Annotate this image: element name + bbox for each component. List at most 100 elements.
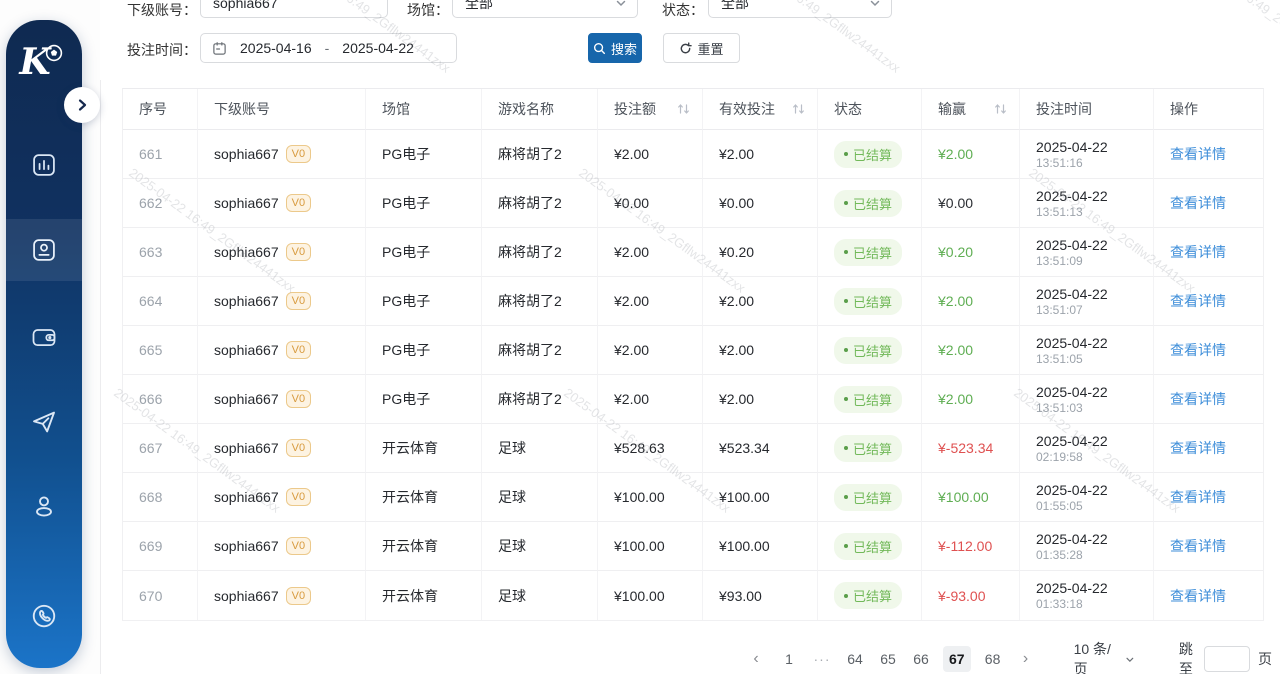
search-button[interactable]: 搜索 <box>588 33 642 63</box>
sidebar-item-promotion[interactable] <box>6 391 82 453</box>
prev-page-button[interactable]: ‹ <box>745 646 767 672</box>
column-header-bet[interactable]: 投注额 <box>598 89 703 130</box>
cell-account: sophia667V0 <box>198 179 366 228</box>
cell-winloss: ¥0.00 <box>922 179 1020 228</box>
bet-date: 2025-04-22 <box>1036 334 1108 352</box>
cell-action: 查看详情 <box>1154 571 1263 620</box>
sidebar-expand-button[interactable] <box>64 87 100 123</box>
bet-date: 2025-04-22 <box>1036 138 1108 156</box>
venue-select[interactable]: 全部 <box>452 0 638 18</box>
cell-game: 麻将胡了2 <box>482 277 598 326</box>
cell-winloss: ¥2.00 <box>922 375 1020 424</box>
cell-venue: 开云体育 <box>366 571 482 620</box>
view-details-link[interactable]: 查看详情 <box>1170 242 1226 262</box>
cell-valid-bet: ¥2.00 <box>703 130 818 179</box>
bet-date: 2025-04-22 <box>1036 530 1108 548</box>
column-header-valid[interactable]: 有效投注 <box>703 89 818 130</box>
status-badge: 已结算 <box>834 190 902 217</box>
cell-game: 麻将胡了2 <box>482 326 598 375</box>
vip-level-badge: V0 <box>286 439 311 457</box>
account-input[interactable]: sophia667 <box>200 0 388 18</box>
page-button-current[interactable]: 67 <box>943 646 971 672</box>
bets-table: 序号下级账号场馆游戏名称投注额有效投注状态输赢投注时间操作 661sophia6… <box>122 88 1264 621</box>
column-header-winloss[interactable]: 输赢 <box>922 89 1020 130</box>
cell-status: 已结算 <box>818 571 922 620</box>
jump-page-input[interactable] <box>1204 646 1250 672</box>
view-details-link[interactable]: 查看详情 <box>1170 144 1226 164</box>
cell-action: 查看详情 <box>1154 130 1263 179</box>
cell-status: 已结算 <box>818 277 922 326</box>
status-dot-icon <box>844 594 848 598</box>
cell-index: 667 <box>123 424 198 473</box>
view-details-link[interactable]: 查看详情 <box>1170 487 1226 507</box>
date-range-picker[interactable]: 2025-04-16 - 2025-04-22 <box>200 33 457 63</box>
page-button[interactable]: 66 <box>910 646 932 672</box>
status-dot-icon <box>844 299 848 303</box>
cell-action: 查看详情 <box>1154 473 1263 522</box>
status-badge: 已结算 <box>834 533 902 560</box>
status-badge: 已结算 <box>834 386 902 413</box>
cell-valid-bet: ¥2.00 <box>703 326 818 375</box>
bet-date: 2025-04-22 <box>1036 481 1108 499</box>
cell-game: 麻将胡了2 <box>482 228 598 277</box>
cell-index: 668 <box>123 473 198 522</box>
status-dot-icon <box>844 397 848 401</box>
cell-winloss: ¥2.00 <box>922 326 1020 375</box>
column-header-action: 操作 <box>1154 89 1263 130</box>
cell-bet-time: 2025-04-2201:35:28 <box>1020 522 1154 571</box>
cell-winloss: ¥-112.00 <box>922 522 1020 571</box>
status-dot-icon <box>844 250 848 254</box>
column-header-account: 下级账号 <box>198 89 366 130</box>
page-button[interactable]: 1 <box>778 646 800 672</box>
member-card-icon <box>30 236 58 264</box>
status-badge: 已结算 <box>834 484 902 511</box>
next-page-button[interactable]: › <box>1015 646 1037 672</box>
reset-button[interactable]: 重置 <box>663 33 740 63</box>
search-button-label: 搜索 <box>611 39 637 58</box>
page-button[interactable]: 65 <box>877 646 899 672</box>
view-details-link[interactable]: 查看详情 <box>1170 193 1226 213</box>
view-details-link[interactable]: 查看详情 <box>1170 291 1226 311</box>
reset-icon <box>679 42 692 55</box>
cell-bet-amount: ¥100.00 <box>598 473 703 522</box>
cell-bet-amount: ¥100.00 <box>598 522 703 571</box>
sidebar-item-support[interactable] <box>6 585 82 647</box>
user-icon <box>29 492 59 522</box>
view-details-link[interactable]: 查看详情 <box>1170 389 1226 409</box>
account-name: sophia667 <box>214 342 279 358</box>
page-button[interactable]: 68 <box>982 646 1004 672</box>
venue-select-value: 全部 <box>465 0 493 13</box>
view-details-link[interactable]: 查看详情 <box>1170 340 1226 360</box>
bet-date: 2025-04-22 <box>1036 236 1108 254</box>
status-badge: 已结算 <box>834 435 902 462</box>
column-header-label: 状态 <box>834 99 862 119</box>
venue-filter-label: 场馆： <box>407 1 449 19</box>
vip-level-badge: V0 <box>286 243 311 261</box>
account-name: sophia667 <box>214 244 279 260</box>
sidebar-item-reports[interactable] <box>6 134 82 196</box>
sidebar-item-members[interactable] <box>6 219 82 281</box>
page-button[interactable]: 64 <box>844 646 866 672</box>
view-details-link[interactable]: 查看详情 <box>1170 438 1226 458</box>
vip-level-badge: V0 <box>286 537 311 555</box>
cell-venue: PG电子 <box>366 326 482 375</box>
vip-level-badge: V0 <box>286 145 311 163</box>
table-row: 661sophia667V0PG电子麻将胡了2¥2.00¥2.00已结算¥2.0… <box>123 130 1263 179</box>
date-start-value: 2025-04-16 <box>240 40 312 56</box>
cell-index: 663 <box>123 228 198 277</box>
jump-suffix: 页 <box>1258 649 1272 669</box>
reset-button-label: 重置 <box>697 39 723 58</box>
sidebar-item-profile[interactable] <box>6 476 82 538</box>
view-details-link[interactable]: 查看详情 <box>1170 536 1226 556</box>
view-details-link[interactable]: 查看详情 <box>1170 586 1226 606</box>
cell-action: 查看详情 <box>1154 326 1263 375</box>
cell-winloss: ¥0.20 <box>922 228 1020 277</box>
page-size-select[interactable]: 10 条/页 <box>1074 639 1135 674</box>
sidebar-item-wallet[interactable] <box>6 306 82 368</box>
cell-action: 查看详情 <box>1154 375 1263 424</box>
status-select[interactable]: 全部 <box>708 0 892 18</box>
jump-label: 跳至 <box>1179 639 1196 674</box>
column-header-status: 状态 <box>818 89 922 130</box>
cell-valid-bet: ¥0.20 <box>703 228 818 277</box>
status-dot-icon <box>844 348 848 352</box>
